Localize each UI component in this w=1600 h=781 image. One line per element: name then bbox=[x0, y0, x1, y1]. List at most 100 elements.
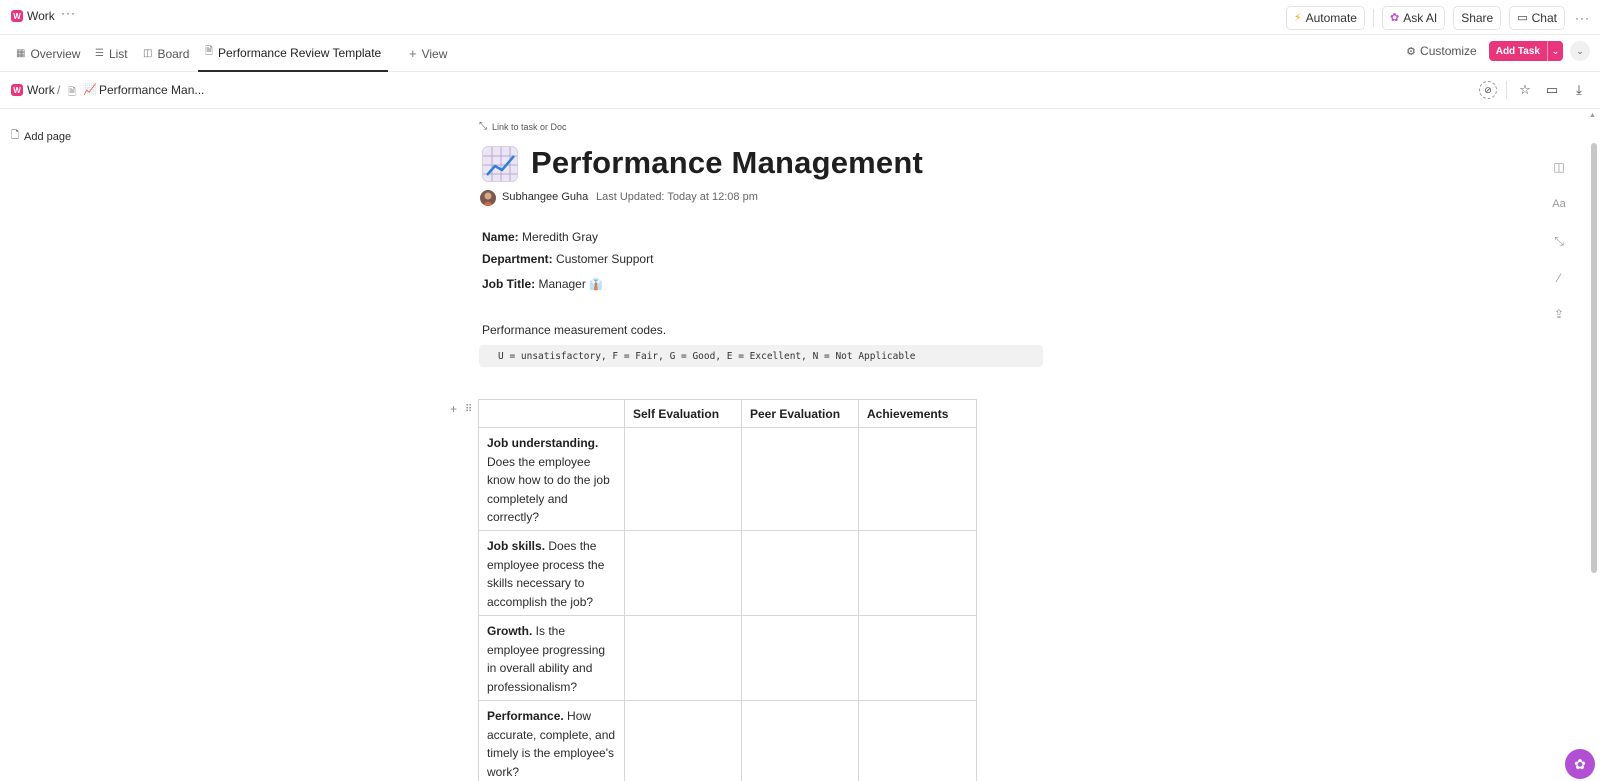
lightning-icon: ⚡ bbox=[1293, 12, 1302, 24]
criteria-cell[interactable]: Performance. How accurate, complete, and… bbox=[478, 700, 625, 781]
divider bbox=[1506, 81, 1507, 99]
tab-actions: ⚙ Customize Add Task ⌄ ⌄ bbox=[1406, 41, 1590, 61]
chart-emoji-icon[interactable] bbox=[482, 146, 518, 182]
name-field[interactable]: Name: Meredith Gray bbox=[482, 230, 598, 244]
add-task-button[interactable]: Add Task ⌄ bbox=[1488, 41, 1563, 61]
table-header-cell[interactable]: Self Evaluation bbox=[624, 399, 742, 428]
code-block[interactable]: U = unsatisfactory, F = Fair, G = Good, … bbox=[479, 345, 1043, 367]
page-title[interactable]: Performance Management bbox=[531, 145, 923, 181]
criteria-cell[interactable]: Job understanding. Does the employee kno… bbox=[478, 427, 625, 531]
relationships-icon[interactable]: ⤡ bbox=[1551, 233, 1567, 249]
link-task-label: Link to task or Doc bbox=[492, 121, 567, 132]
field-value: Manager bbox=[538, 277, 586, 291]
job-title-field[interactable]: Job Title: Manager 👔 bbox=[482, 277, 603, 291]
table-cell[interactable] bbox=[624, 530, 742, 616]
typography-icon[interactable]: Aa bbox=[1551, 196, 1567, 212]
share-button[interactable]: Share bbox=[1453, 5, 1502, 30]
gear-icon: ⚙ bbox=[1406, 45, 1417, 58]
field-value: Customer Support bbox=[556, 252, 654, 266]
add-page-button[interactable]: 🗋 Add page bbox=[11, 128, 71, 145]
codes-intro[interactable]: Performance measurement codes. bbox=[482, 323, 666, 337]
workspace-logo-icon[interactable]: W bbox=[11, 10, 23, 22]
ask-ai-label: Ask AI bbox=[1403, 10, 1438, 25]
table-cell[interactable] bbox=[741, 427, 859, 531]
department-field[interactable]: Department: Customer Support bbox=[482, 252, 653, 266]
tab-label: Board bbox=[157, 46, 190, 61]
add-task-label: Add Task bbox=[1495, 45, 1540, 57]
tab-overview[interactable]: ▦ Overview bbox=[16, 35, 80, 72]
tab-label: Performance Review Template bbox=[218, 45, 382, 60]
tab-label: Overview bbox=[30, 46, 81, 61]
view-tabs-bar: ▦ Overview ☰ List ◫ Board 🗎 Performance Revi… bbox=[0, 35, 1600, 72]
table-cell[interactable] bbox=[741, 700, 859, 781]
criteria-title: Performance. bbox=[487, 709, 564, 723]
workspace-more-icon[interactable]: ··· bbox=[61, 6, 76, 20]
chevron-down-icon[interactable]: ⌄ bbox=[1547, 41, 1563, 61]
breadcrumb-page[interactable]: Performance Man... bbox=[99, 83, 204, 97]
criteria-title: Job understanding. bbox=[487, 436, 599, 450]
workspace-logo-icon[interactable]: W bbox=[11, 84, 23, 96]
tab-list[interactable]: ☰ List bbox=[95, 35, 128, 72]
doc-header-actions: ⊘ ☆ ▭ ⤓ bbox=[1470, 81, 1588, 99]
ask-ai-button[interactable]: ✿ Ask AI bbox=[1381, 5, 1446, 30]
plus-icon[interactable]: + bbox=[450, 402, 457, 416]
comment-icon[interactable]: ▭ bbox=[1543, 81, 1561, 99]
table-cell[interactable] bbox=[858, 427, 977, 531]
table-cell[interactable] bbox=[624, 700, 742, 781]
table-header-row: Self Evaluation Peer Evaluation Achievem… bbox=[478, 399, 977, 428]
scrollbar[interactable] bbox=[1591, 143, 1597, 573]
drag-handle-icon[interactable]: ⠿ bbox=[465, 404, 472, 415]
table-cell[interactable] bbox=[858, 700, 977, 781]
automate-button[interactable]: ⚡ Automate bbox=[1285, 5, 1365, 30]
table-row: Growth. Is the employee progressing in o… bbox=[478, 615, 977, 701]
expand-chevron-icon[interactable]: ⌄ bbox=[1570, 41, 1590, 61]
table-header-cell[interactable] bbox=[478, 399, 625, 428]
table-header-cell[interactable]: Achievements bbox=[858, 399, 977, 428]
workspace-name[interactable]: Work bbox=[27, 9, 55, 23]
star-icon[interactable]: ☆ bbox=[1516, 81, 1534, 99]
board-icon: ◫ bbox=[143, 48, 153, 59]
criteria-text: Does the employee know how to do the job… bbox=[487, 454, 610, 525]
chat-label: Chat bbox=[1531, 10, 1557, 25]
link-task-button[interactable]: ⤡ Link to task or Doc bbox=[479, 121, 567, 132]
tab-label: List bbox=[108, 46, 128, 61]
table-cell[interactable] bbox=[741, 615, 859, 701]
tab-performance-review-template[interactable]: 🗎 Performance Review Template bbox=[198, 35, 389, 72]
collapse-icon[interactable]: ⤓ bbox=[1570, 81, 1588, 99]
breadcrumb-workspace[interactable]: Work bbox=[27, 83, 55, 97]
avatar bbox=[480, 190, 496, 206]
ai-sparkle-icon: ✿ bbox=[1389, 12, 1400, 24]
doc-lock-icon: 🗎 bbox=[205, 46, 214, 57]
tab-board[interactable]: ◫ Board bbox=[143, 35, 189, 72]
author-name[interactable]: Subhangee Guha bbox=[502, 191, 588, 203]
add-page-label: Add page bbox=[24, 130, 72, 143]
chat-icon: ▭ bbox=[1517, 12, 1528, 24]
table-cell[interactable] bbox=[624, 615, 742, 701]
app-assistant-icon[interactable]: ✿ bbox=[1565, 749, 1595, 779]
ai-assist-icon[interactable]: ⊘ bbox=[1479, 81, 1497, 99]
tab-add-view[interactable]: + View bbox=[409, 35, 447, 72]
table-header-cell[interactable]: Peer Evaluation bbox=[741, 399, 859, 428]
last-updated: Last Updated: Today at 12:08 pm bbox=[596, 191, 758, 203]
table-cell[interactable] bbox=[624, 427, 742, 531]
chat-button[interactable]: ▭ Chat bbox=[1509, 5, 1565, 30]
table-row: Job understanding. Does the employee kno… bbox=[478, 427, 977, 531]
field-label: Name: bbox=[482, 230, 519, 244]
tie-icon: 👔 bbox=[589, 279, 603, 291]
export-icon[interactable]: ⇪ bbox=[1551, 306, 1567, 322]
breadcrumb-separator: / bbox=[57, 83, 61, 97]
scroll-up-icon[interactable]: ▲ bbox=[1589, 112, 1596, 119]
table-handles: + ⠿ bbox=[450, 402, 480, 416]
customize-label: Customize bbox=[1420, 44, 1477, 58]
table-cell[interactable] bbox=[858, 615, 977, 701]
page-layout-icon[interactable]: ◫ bbox=[1551, 159, 1567, 175]
customize-button[interactable]: ⚙ Customize bbox=[1406, 44, 1477, 58]
table-cell[interactable] bbox=[858, 530, 977, 616]
more-options-icon[interactable]: ··· bbox=[1575, 11, 1590, 25]
evaluation-table: Self Evaluation Peer Evaluation Achievem… bbox=[478, 399, 977, 781]
criteria-cell[interactable]: Job skills. Does the employee process th… bbox=[478, 530, 625, 616]
magic-wand-icon[interactable]: ⁄ bbox=[1551, 270, 1567, 286]
criteria-title: Job skills. bbox=[487, 539, 546, 553]
criteria-cell[interactable]: Growth. Is the employee progressing in o… bbox=[478, 615, 625, 701]
table-cell[interactable] bbox=[741, 530, 859, 616]
